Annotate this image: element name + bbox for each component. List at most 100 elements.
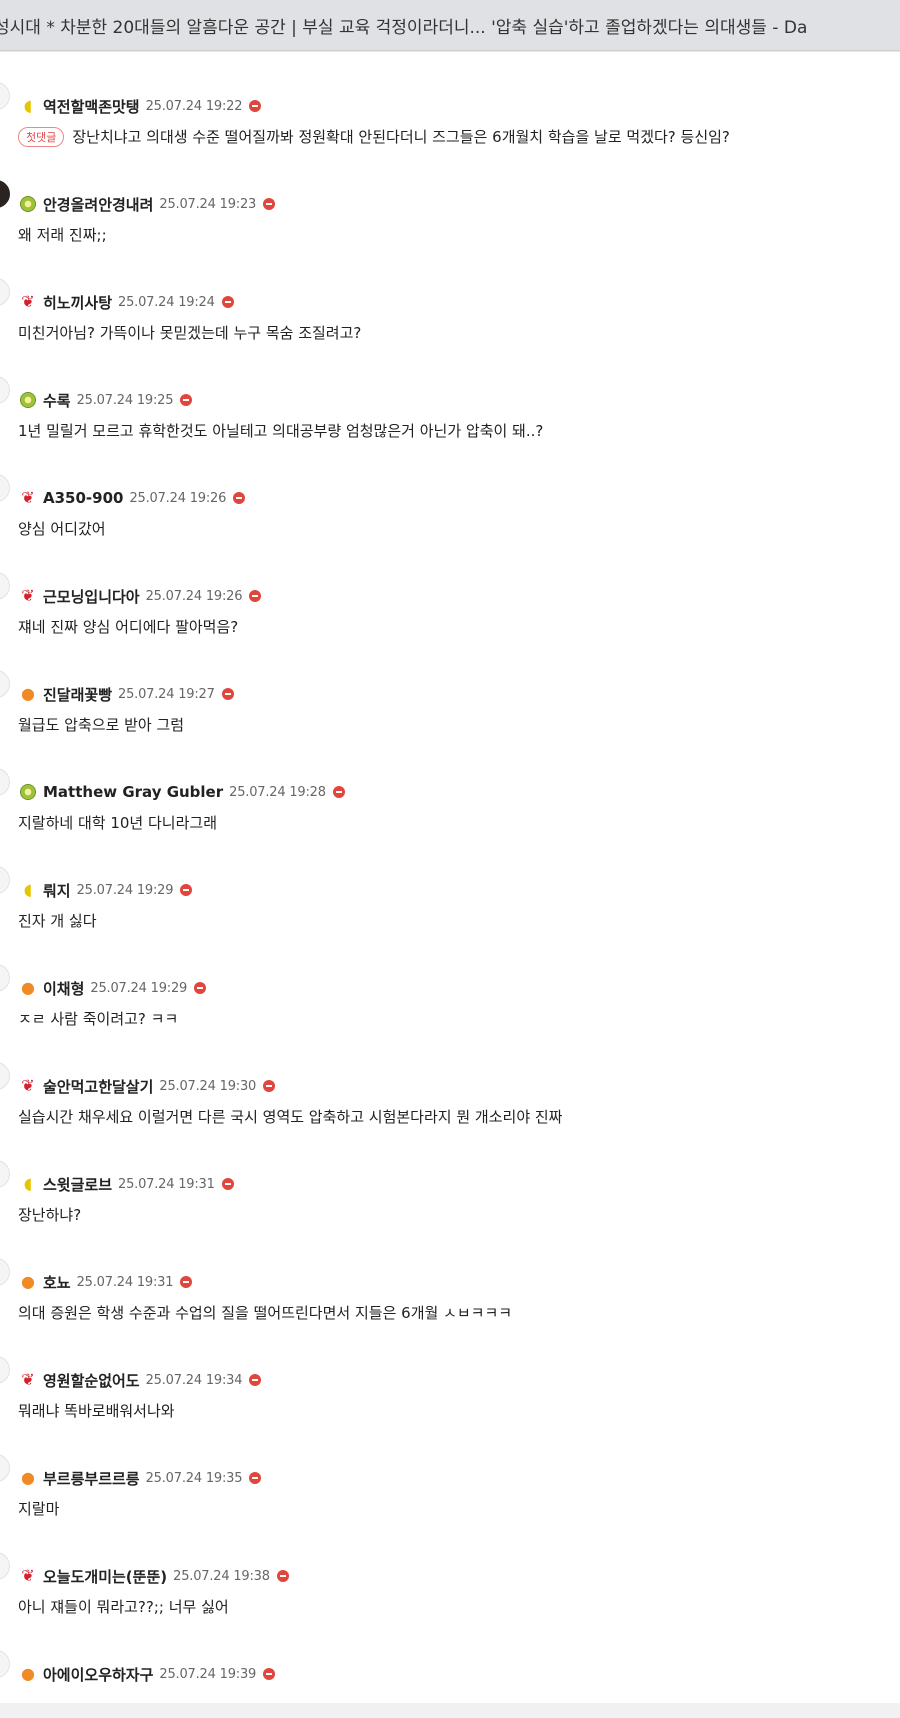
report-icon[interactable] [263, 198, 276, 210]
comment-meta: 수록 25.07.24 19:25 [18, 390, 193, 411]
nickname[interactable]: 역전할맥존맛탱 [43, 96, 140, 117]
comment-item: ❦ 근모닝입니다아 25.07.24 19:26 쟤네 진짜 양심 어디에다 팔아먹음… [0, 542, 900, 640]
avatar[interactable] [0, 1454, 10, 1482]
avatar[interactable] [0, 1552, 10, 1580]
avatar[interactable] [0, 866, 10, 894]
comment-body: 왜 저래 진짜;; [18, 224, 107, 245]
comment-item: 수록 25.07.24 19:25 1년 밀릴거 모르고 휴학한것도 아닐테고 의대… [0, 346, 900, 444]
report-icon[interactable] [180, 1276, 193, 1288]
comment-body: ㅈㄹ 사람 죽이려고? ㅋㅋ [18, 1008, 178, 1029]
lemon-icon: ◖ [23, 96, 33, 115]
timestamp: 25.07.24 19:25 [76, 392, 174, 408]
report-icon[interactable] [249, 1472, 262, 1484]
avatar[interactable] [0, 1356, 10, 1384]
comment-item: ● 진달래꽃빵 25.07.24 19:27 월급도 압축으로 받아 그럼 [0, 640, 900, 738]
timestamp: 25.07.24 19:26 [145, 588, 243, 604]
comment-meta: ◖ 뤄지 25.07.24 19:29 [18, 880, 193, 901]
nickname[interactable]: Matthew Gray Gubler [43, 783, 223, 801]
timestamp: 25.07.24 19:31 [76, 1274, 174, 1290]
cherry-icon: ❦ [21, 488, 35, 507]
nickname[interactable]: 안경올려안경내려 [43, 194, 153, 215]
nickname[interactable]: 부르릉부르르릉 [43, 1468, 140, 1489]
comment-meta: ◖ 스윗글로브 25.07.24 19:31 [18, 1174, 234, 1194]
report-icon[interactable] [180, 884, 193, 896]
report-icon[interactable] [180, 394, 193, 406]
nickname[interactable]: 술안먹고한달살기 [43, 1076, 153, 1097]
orange-icon: ● [21, 1664, 35, 1683]
avatar[interactable] [0, 376, 10, 404]
report-icon[interactable] [263, 1668, 276, 1680]
comment-text: 1년 밀릴거 모르고 휴학한것도 아닐테고 의대공부량 엄청많은거 아닌가 압축… [18, 422, 544, 440]
timestamp: 25.07.24 19:26 [129, 490, 227, 506]
report-icon[interactable] [276, 1570, 289, 1582]
comment-text: 월급도 압축으로 받아 그럼 [18, 716, 185, 734]
cherry-icon: ❦ [21, 1076, 35, 1095]
comment-item: ◖ 스윗글로브 25.07.24 19:31 장난하냐? [0, 1130, 900, 1228]
avatar[interactable] [0, 474, 10, 502]
comment-meta: ◖ 역전할맥존맛탱 25.07.24 19:22 [18, 96, 262, 117]
nickname[interactable]: 수록 [43, 390, 71, 411]
report-icon[interactable] [233, 492, 246, 504]
nickname[interactable]: 진달래꽃빵 [43, 684, 112, 705]
avatar[interactable] [0, 1062, 10, 1090]
avatar[interactable] [0, 1258, 10, 1286]
avatar[interactable] [0, 1650, 10, 1678]
report-icon[interactable] [249, 590, 262, 602]
comment-body: 장난하냐? [18, 1204, 81, 1225]
avatar[interactable] [0, 964, 10, 992]
timestamp: 25.07.24 19:23 [159, 196, 257, 212]
avatar[interactable] [0, 768, 10, 796]
nickname[interactable]: 호뇨 [43, 1272, 71, 1293]
comment-item: ❦ 술안먹고한달살기 25.07.24 19:30 실습시간 채우세요 이럴거면 다른… [0, 1032, 900, 1130]
browser-title-bar: 성시대 * 차분한 20대들의 알흠다운 공간 | 부실 교육 걱정이라더니..… [0, 0, 900, 51]
window-title: 성시대 * 차분한 20대들의 알흠다운 공간 | 부실 교육 걱정이라더니..… [0, 17, 808, 38]
comment-meta: ● 이채형 25.07.24 19:29 [18, 978, 207, 999]
nickname[interactable]: A350-900 [43, 489, 123, 507]
report-icon[interactable] [194, 982, 207, 994]
cherry-icon: ❦ [21, 1566, 35, 1585]
avatar[interactable] [0, 670, 10, 698]
orange-icon: ● [21, 684, 35, 703]
comment-item: ● 이채형 25.07.24 19:29 ㅈㄹ 사람 죽이려고? ㅋㅋ [0, 934, 900, 1032]
nickname[interactable]: 이채형 [43, 978, 84, 999]
cherry-icon: ❦ [21, 586, 35, 605]
comment-body: 지랄하네 대학 10년 다니라그래 [18, 812, 217, 833]
report-icon[interactable] [249, 100, 262, 112]
nickname[interactable]: 스윗글로브 [43, 1174, 112, 1195]
report-icon[interactable] [221, 296, 234, 308]
avatar[interactable] [0, 278, 10, 306]
comment-text: 실습시간 채우세요 이럴거면 다른 국시 영역도 압축하고 시험본다라지 뭔 개… [18, 1108, 563, 1126]
nickname[interactable]: 오늘도개미는(뚠뚠) [43, 1566, 167, 1587]
report-icon[interactable] [221, 688, 234, 700]
timestamp: 25.07.24 19:22 [145, 98, 243, 114]
report-icon[interactable] [249, 1374, 262, 1386]
nickname[interactable]: 아에이오우하자구 [43, 1664, 153, 1685]
report-icon[interactable] [221, 1178, 234, 1190]
report-icon[interactable] [263, 1080, 276, 1092]
nickname[interactable]: 뤄지 [43, 880, 71, 901]
nickname[interactable]: 히노끼사탕 [43, 292, 112, 313]
comment-meta: ● 아에이오우하자구 25.07.24 19:39 [18, 1664, 276, 1685]
nickname[interactable]: 영원할순없어도 [43, 1370, 140, 1391]
report-icon[interactable] [332, 786, 345, 798]
comment-meta: ❦ A350-900 25.07.24 19:26 [18, 488, 246, 508]
timestamp: 25.07.24 19:30 [159, 1078, 257, 1094]
nickname[interactable]: 근모닝입니다아 [43, 586, 140, 607]
comment-body: 뭐래냐 똑바로배워서나와 [18, 1400, 175, 1421]
comment-meta: ❦ 오늘도개미는(뚠뚠) 25.07.24 19:38 [18, 1566, 289, 1586]
timestamp: 25.07.24 19:27 [118, 686, 215, 702]
timestamp: 25.07.24 19:29 [76, 882, 174, 898]
avatar[interactable] [0, 82, 10, 110]
kiwi-icon [20, 196, 36, 212]
avatar[interactable] [0, 572, 10, 600]
comment-item: ❦ 오늘도개미는(뚠뚠) 25.07.24 19:38 아니 쟤들이 뭐라고??;; … [0, 1522, 900, 1620]
timestamp: 25.07.24 19:28 [229, 784, 326, 800]
comment-item: ◖ 뤄지 25.07.24 19:29 진자 개 싫다 [0, 836, 900, 934]
comment-meta: ❦ 히노끼사탕 25.07.24 19:24 [18, 292, 234, 312]
avatar[interactable] [0, 1160, 10, 1188]
comment-meta: ● 진달래꽃빵 25.07.24 19:27 [18, 684, 234, 704]
avatar[interactable] [0, 180, 10, 208]
timestamp: 25.07.24 19:24 [118, 294, 215, 310]
comment-body: 첫댓글 장난치냐고 의대생 수준 떨어질까봐 정원확대 안된다더니 즈그들은 6개… [18, 126, 730, 147]
timestamp: 25.07.24 19:39 [159, 1666, 257, 1682]
